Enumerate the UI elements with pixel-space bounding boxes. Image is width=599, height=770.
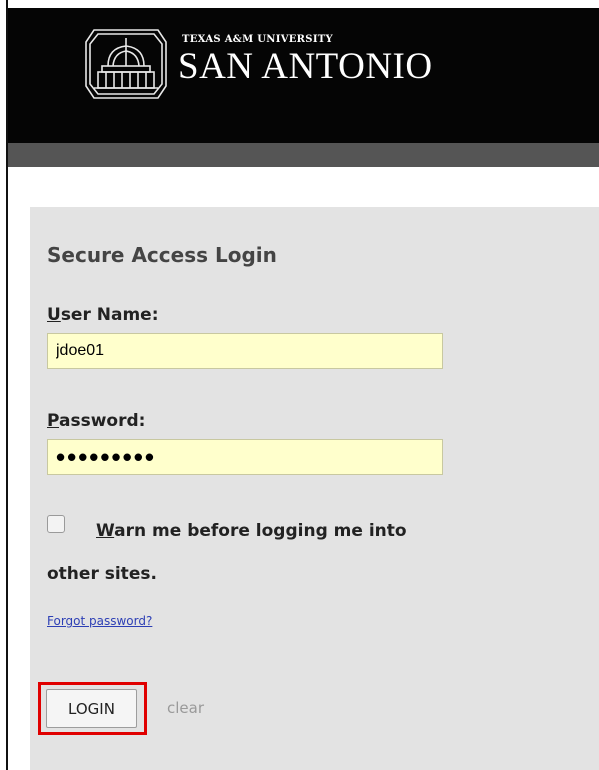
login-button[interactable]: LOGIN xyxy=(46,689,137,728)
login-panel: Secure Access Login User Name: Password:… xyxy=(30,207,599,770)
password-input[interactable] xyxy=(47,439,443,475)
warn-label-text: arn me before logging me into xyxy=(114,521,407,541)
password-label-text: assword: xyxy=(59,411,146,431)
password-accesskey: P xyxy=(47,411,60,431)
logo-campus-name: SAN ANTONIO xyxy=(178,46,433,87)
username-label-text: ser Name: xyxy=(60,305,159,325)
username-input[interactable] xyxy=(47,333,443,369)
forgot-password-link[interactable]: Forgot password? xyxy=(47,614,152,628)
username-label: User Name: xyxy=(47,305,159,325)
warn-label-line1: Warn me before logging me into xyxy=(96,521,407,541)
header-divider-bar xyxy=(8,143,599,167)
warn-label-line2: other sites. xyxy=(47,564,157,584)
username-accesskey: U xyxy=(47,305,61,325)
campus-dome-logo-icon xyxy=(85,29,167,99)
warn-checkbox[interactable] xyxy=(47,515,65,533)
warn-accesskey: W xyxy=(96,521,115,541)
university-logo: TEXAS A&M UNIVERSITY SAN ANTONIO xyxy=(80,24,440,104)
password-label: Password: xyxy=(47,411,145,431)
site-header: TEXAS A&M UNIVERSITY SAN ANTONIO xyxy=(8,8,599,143)
login-title: Secure Access Login xyxy=(47,243,277,267)
logo-university-line: TEXAS A&M UNIVERSITY xyxy=(182,34,333,45)
clear-link[interactable]: clear xyxy=(167,699,204,717)
